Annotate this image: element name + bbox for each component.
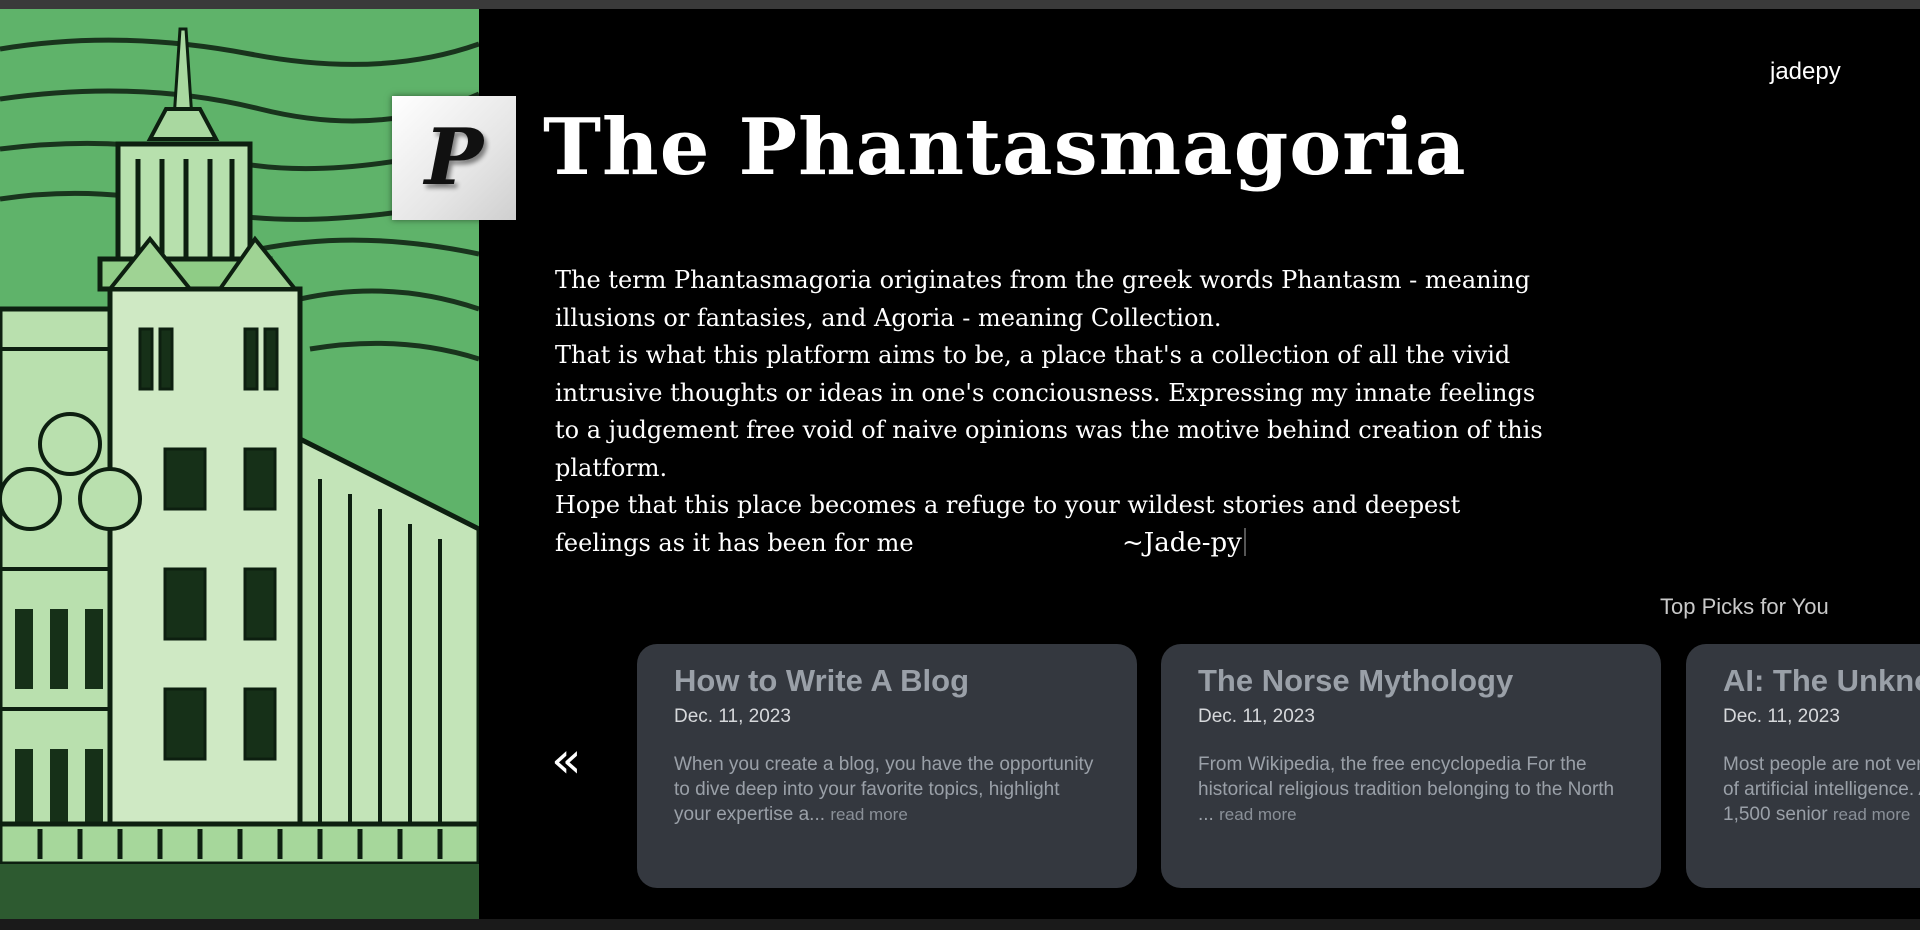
card-date: Dec. 11, 2023 — [1723, 706, 1840, 727]
user-profile-link[interactable]: jadepy — [1770, 58, 1841, 86]
author-signature: ~Jade-py — [1122, 528, 1246, 558]
card-excerpt: Most people are not very familiar with t… — [1723, 752, 1920, 827]
intro-text: The term Phantasmagoria originates from … — [555, 262, 1555, 562]
read-more-link[interactable]: read more — [1833, 805, 1910, 824]
site-logo[interactable]: P — [392, 96, 516, 220]
intro-paragraph: Hope that this place becomes a refuge to… — [555, 491, 1461, 557]
card-excerpt: From Wikipedia, the free encyclopedia Fo… — [1198, 752, 1624, 827]
card-date: Dec. 11, 2023 — [674, 706, 791, 727]
carousel-prev-button[interactable]: « — [551, 735, 582, 785]
card-title[interactable]: The Norse Mythology — [1198, 662, 1624, 700]
signature-text: ~Jade-py — [1122, 528, 1242, 558]
top-picks-heading: Top Picks for You — [1660, 594, 1829, 619]
card-title[interactable]: AI: The Unknown — [1723, 662, 1920, 700]
blog-card[interactable]: The Norse Mythology Dec. 11, 2023 From W… — [1161, 644, 1661, 888]
site-title: The Phantasmagoria — [543, 102, 1467, 193]
card-title[interactable]: How to Write A Blog — [674, 662, 1100, 700]
browser-top-strip — [0, 0, 1920, 9]
logo-letter: P — [424, 112, 484, 203]
text-cursor — [1243, 528, 1246, 556]
intro-paragraph: The term Phantasmagoria originates from … — [555, 266, 1531, 332]
card-date: Dec. 11, 2023 — [1198, 706, 1315, 727]
card-excerpt: When you create a blog, you have the opp… — [674, 752, 1100, 827]
blog-card[interactable]: AI: The Unknown Dec. 11, 2023 Most peopl… — [1686, 644, 1920, 888]
read-more-link[interactable]: read more — [830, 805, 907, 824]
intro-paragraph: That is what this platform aims to be, a… — [555, 341, 1543, 482]
blog-card[interactable]: How to Write A Blog Dec. 11, 2023 When y… — [637, 644, 1137, 888]
browser-bottom-strip — [0, 919, 1920, 930]
read-more-link[interactable]: read more — [1219, 805, 1296, 824]
